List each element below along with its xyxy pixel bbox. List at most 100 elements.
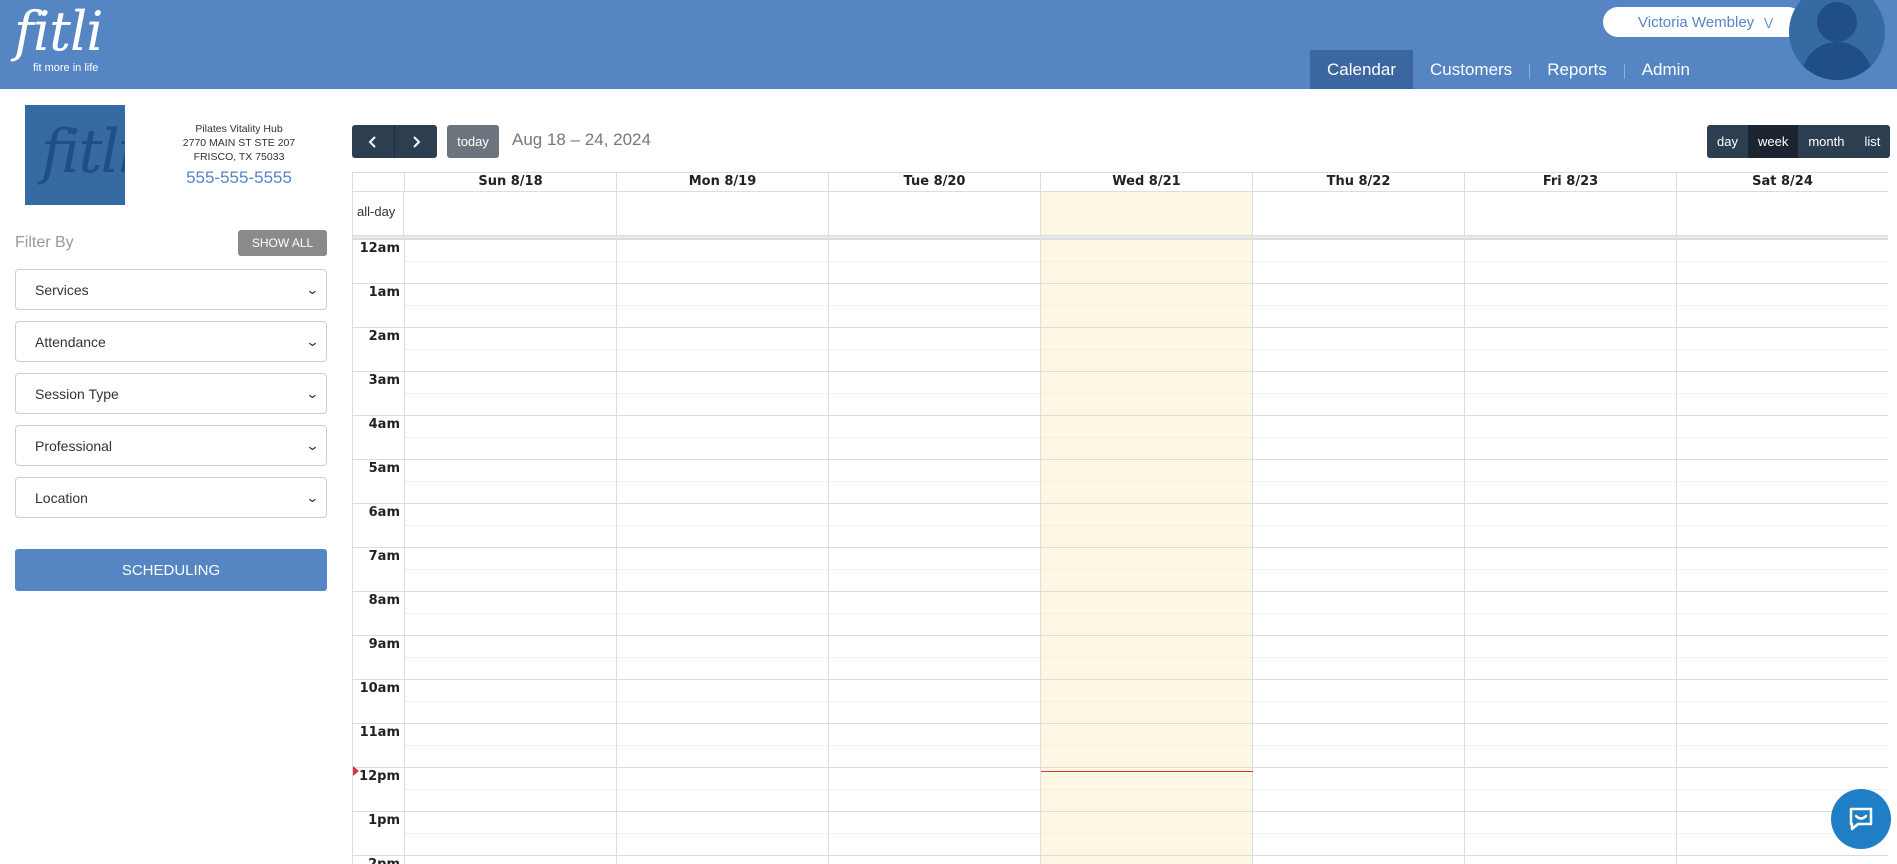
date-nav-group — [352, 125, 437, 158]
day-header[interactable]: Mon 8/19 — [617, 173, 829, 191]
business-phone[interactable]: 555-555-5555 — [170, 168, 308, 188]
app-logo[interactable]: fitli fit more in life — [14, 0, 103, 75]
half-hour-line — [405, 525, 1888, 526]
avatar[interactable] — [1789, 0, 1885, 80]
prev-week-button[interactable] — [352, 125, 394, 158]
nav-reports[interactable]: Reports — [1530, 50, 1624, 89]
nav-customers[interactable]: Customers — [1413, 50, 1529, 89]
show-all-button[interactable]: SHOW ALL — [238, 230, 327, 256]
time-label: 12pm — [359, 769, 400, 784]
half-hour-line — [405, 261, 1888, 262]
select-value: Location — [35, 489, 88, 506]
time-gutter-header — [353, 173, 405, 191]
day-header[interactable]: Sun 8/18 — [405, 173, 617, 191]
user-name: Victoria Wembley — [1638, 13, 1755, 31]
half-hour-line — [405, 305, 1888, 306]
chevron-down-icon: ⌄ — [305, 438, 320, 453]
business-logo: fitli — [25, 105, 125, 205]
day-header[interactable]: Fri 8/23 — [1465, 173, 1677, 191]
view-list-button[interactable]: list — [1854, 125, 1891, 158]
time-label: 11am — [359, 725, 400, 740]
time-label: 5am — [368, 461, 400, 476]
half-hour-line — [405, 481, 1888, 482]
chevron-left-icon — [368, 135, 376, 148]
nav-calendar[interactable]: Calendar — [1310, 50, 1413, 89]
all-day-cell[interactable] — [1677, 192, 1888, 236]
all-day-row: all-day — [353, 191, 1888, 236]
date-range-title: Aug 18 – 24, 2024 — [512, 130, 651, 149]
chevron-down-icon: ⋁ — [1764, 16, 1774, 29]
time-label: 3am — [368, 373, 400, 388]
view-switcher: day week month list — [1707, 125, 1891, 158]
calendar-header-row: Sun 8/18 Mon 8/19 Tue 8/20 Wed 8/21 Thu 8/22… — [353, 173, 1888, 191]
time-label: 1pm — [368, 813, 400, 828]
location-select[interactable]: Location ⌄ — [15, 477, 327, 518]
all-day-cell[interactable] — [829, 192, 1041, 236]
chat-icon — [1849, 807, 1873, 831]
business-address-line1: 2770 MAIN ST STE 207 — [182, 137, 296, 149]
all-day-label: all-day — [353, 192, 404, 236]
hour-row — [353, 855, 1888, 864]
next-week-button[interactable] — [394, 125, 437, 158]
select-value: Services — [35, 281, 89, 298]
half-hour-line — [405, 437, 1888, 438]
time-label: 10am — [359, 681, 400, 696]
now-indicator-line — [1041, 770, 1253, 772]
all-day-cell[interactable] — [1041, 192, 1253, 236]
half-hour-line — [405, 701, 1888, 702]
half-hour-line — [405, 745, 1888, 746]
all-day-cell[interactable] — [1253, 192, 1465, 236]
professional-select[interactable]: Professional ⌄ — [15, 425, 327, 466]
half-hour-line — [405, 569, 1888, 570]
business-name: Pilates Vitality Hub — [195, 123, 283, 135]
time-label: 6am — [368, 505, 400, 520]
chevron-down-icon: ⌄ — [305, 334, 320, 349]
all-day-cell[interactable] — [1465, 192, 1677, 236]
time-label: 4am — [368, 417, 400, 432]
attendance-select[interactable]: Attendance ⌄ — [15, 321, 327, 362]
session-type-select[interactable]: Session Type ⌄ — [15, 373, 327, 414]
chevron-down-icon: ⌄ — [305, 282, 320, 297]
all-day-cell[interactable] — [617, 192, 829, 236]
select-value: Attendance — [35, 333, 106, 350]
scheduling-button[interactable]: SCHEDULING — [15, 549, 327, 591]
half-hour-line — [405, 393, 1888, 394]
business-address-line2: FRISCO, TX 75033 — [193, 151, 285, 163]
time-label: 8am — [368, 593, 400, 608]
half-hour-line — [405, 349, 1888, 350]
now-indicator-arrow-icon — [353, 765, 359, 776]
logo-wordmark: fitli — [14, 0, 103, 63]
day-header[interactable]: Thu 8/22 — [1253, 173, 1465, 191]
view-day-button[interactable]: day — [1707, 125, 1748, 158]
chat-widget-button[interactable] — [1831, 789, 1891, 849]
app-header: fitli fit more in life Victoria Wembley … — [0, 0, 1897, 89]
time-label: 1am — [368, 285, 400, 300]
time-label: 9am — [368, 637, 400, 652]
services-select[interactable]: Services ⌄ — [15, 269, 327, 310]
select-value: Professional — [35, 437, 113, 454]
half-hour-line — [405, 657, 1888, 658]
nav-admin[interactable]: Admin — [1625, 50, 1707, 89]
half-hour-line — [405, 789, 1888, 790]
user-silhouette-icon — [1799, 2, 1875, 80]
time-label: 2pm — [353, 857, 404, 864]
week-calendar: Sun 8/18 Mon 8/19 Tue 8/20 Wed 8/21 Thu 8/22… — [352, 172, 1888, 864]
view-month-button[interactable]: month — [1798, 125, 1855, 158]
all-day-cell[interactable] — [405, 192, 617, 236]
day-header[interactable]: Wed 8/21 — [1041, 173, 1253, 191]
chevron-down-icon: ⌄ — [305, 386, 320, 401]
view-week-button[interactable]: week — [1747, 125, 1799, 158]
half-hour-line — [405, 613, 1888, 614]
day-header[interactable]: Tue 8/20 — [829, 173, 1041, 191]
select-value: Session Type — [35, 385, 119, 402]
user-menu-button[interactable]: Victoria Wembley ⋁ — [1603, 7, 1803, 37]
business-logo-text: fitli — [41, 117, 125, 187]
logo-tagline: fit more in life — [33, 62, 99, 74]
half-hour-line — [405, 833, 1888, 834]
day-header[interactable]: Sat 8/24 — [1677, 173, 1888, 191]
time-label: 12am — [359, 241, 400, 256]
main-nav: Calendar Customers Reports Admin — [1310, 50, 1707, 89]
time-label: 7am — [368, 549, 400, 564]
today-button[interactable]: today — [447, 125, 499, 158]
time-label: 2am — [368, 329, 400, 344]
